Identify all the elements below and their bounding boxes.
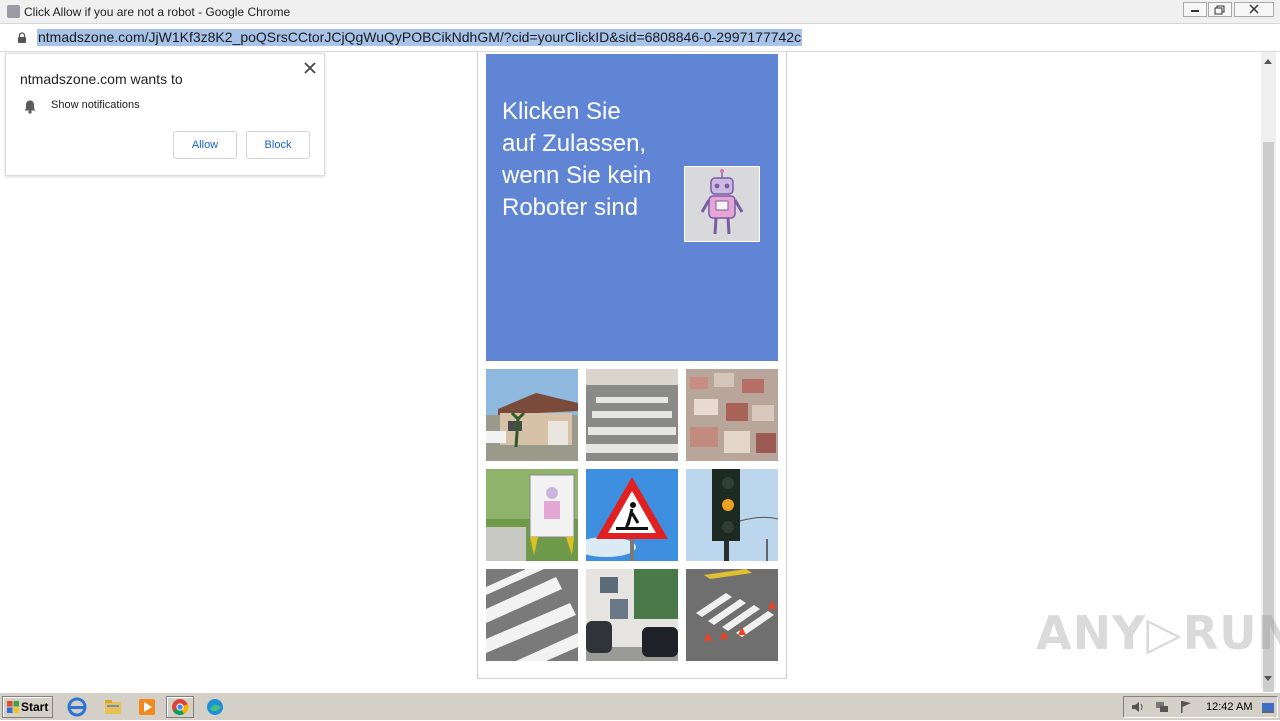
traffic-light-image <box>686 469 778 561</box>
block-button[interactable]: Block <box>246 131 310 159</box>
captcha-tile-crossing-cones[interactable] <box>686 569 778 661</box>
anyrun-watermark: ANY▷RUN <box>1036 606 1280 660</box>
minimize-button[interactable] <box>1183 2 1207 17</box>
tab-favicon-icon <box>7 5 20 18</box>
crosswalk-image <box>586 369 678 461</box>
scroll-up-arrow-icon[interactable] <box>1264 59 1272 64</box>
minimize-icon <box>1191 10 1199 12</box>
captcha-banner: Klicken Sie auf Zulassen, wenn Sie kein … <box>486 54 778 361</box>
suburb-image <box>686 369 778 461</box>
restore-button[interactable] <box>1208 2 1232 17</box>
house-image <box>486 369 578 461</box>
internet-explorer-icon[interactable] <box>66 696 88 718</box>
network-icon[interactable] <box>1154 700 1170 714</box>
windows-logo-icon <box>7 701 19 713</box>
close-icon <box>1249 4 1259 14</box>
captcha-tile-traffic-light[interactable] <box>686 469 778 561</box>
system-tray: 12:42 AM <box>1123 696 1278 718</box>
popup-title: ntmadszone.com wants to <box>20 71 183 87</box>
show-desktop-icon[interactable] <box>1261 700 1275 714</box>
speaker-icon[interactable] <box>1130 700 1146 714</box>
pedestrian-sign-image <box>586 469 678 561</box>
url-text[interactable]: ntmadszone.com/JjW1Kf3z8K2_poQSrsCCtorJC… <box>37 29 803 46</box>
restore-icon <box>1214 5 1225 15</box>
notification-permission-popup: ntmadszone.com wants to Show notificatio… <box>5 53 325 176</box>
lock-icon[interactable] <box>17 32 27 43</box>
close-window-button[interactable] <box>1234 2 1274 17</box>
start-button[interactable]: Start <box>2 696 53 718</box>
close-icon[interactable] <box>302 60 318 76</box>
title-bar: Click Allow if you are not a robot - Goo… <box>0 0 1280 24</box>
address-bar[interactable]: ntmadszone.com/JjW1Kf3z8K2_poQSrsCCtorJC… <box>0 24 1280 52</box>
zebra-stripes-image <box>486 569 578 661</box>
robot-sign-image <box>486 469 578 561</box>
robot-icon <box>700 169 744 235</box>
captcha-tile-suburb[interactable] <box>686 369 778 461</box>
captcha-tile-pedestrian-sign[interactable] <box>586 469 678 561</box>
robot-image <box>684 166 760 242</box>
window-title: Click Allow if you are not a robot - Goo… <box>24 5 291 19</box>
edge-icon[interactable] <box>204 696 226 718</box>
permission-label: Show notifications <box>51 99 140 111</box>
action-center-flag-icon[interactable] <box>1178 700 1194 714</box>
start-label: Start <box>21 700 49 714</box>
explorer-icon[interactable] <box>102 696 124 718</box>
captcha-tile-street-cars[interactable] <box>586 569 678 661</box>
captcha-tile-zebra-stripes[interactable] <box>486 569 578 661</box>
scroll-down-arrow-icon[interactable] <box>1264 676 1272 681</box>
banner-text: Klicken Sie auf Zulassen, wenn Sie kein … <box>502 98 652 221</box>
captcha-tile-crosswalk[interactable] <box>586 369 678 461</box>
allow-button[interactable]: Allow <box>173 131 237 159</box>
crossing-cones-image <box>686 569 778 661</box>
clock[interactable]: 12:42 AM <box>1206 701 1252 713</box>
captcha-tile-robot-sign[interactable] <box>486 469 578 561</box>
street-cars-image <box>586 569 678 661</box>
media-player-icon[interactable] <box>136 696 158 718</box>
captcha-tile-house[interactable] <box>486 369 578 461</box>
chrome-icon[interactable] <box>166 696 194 718</box>
taskbar: Start 12:42 AM <box>0 692 1280 720</box>
bell-icon <box>24 100 36 114</box>
vertical-scrollbar[interactable] <box>1261 52 1276 720</box>
